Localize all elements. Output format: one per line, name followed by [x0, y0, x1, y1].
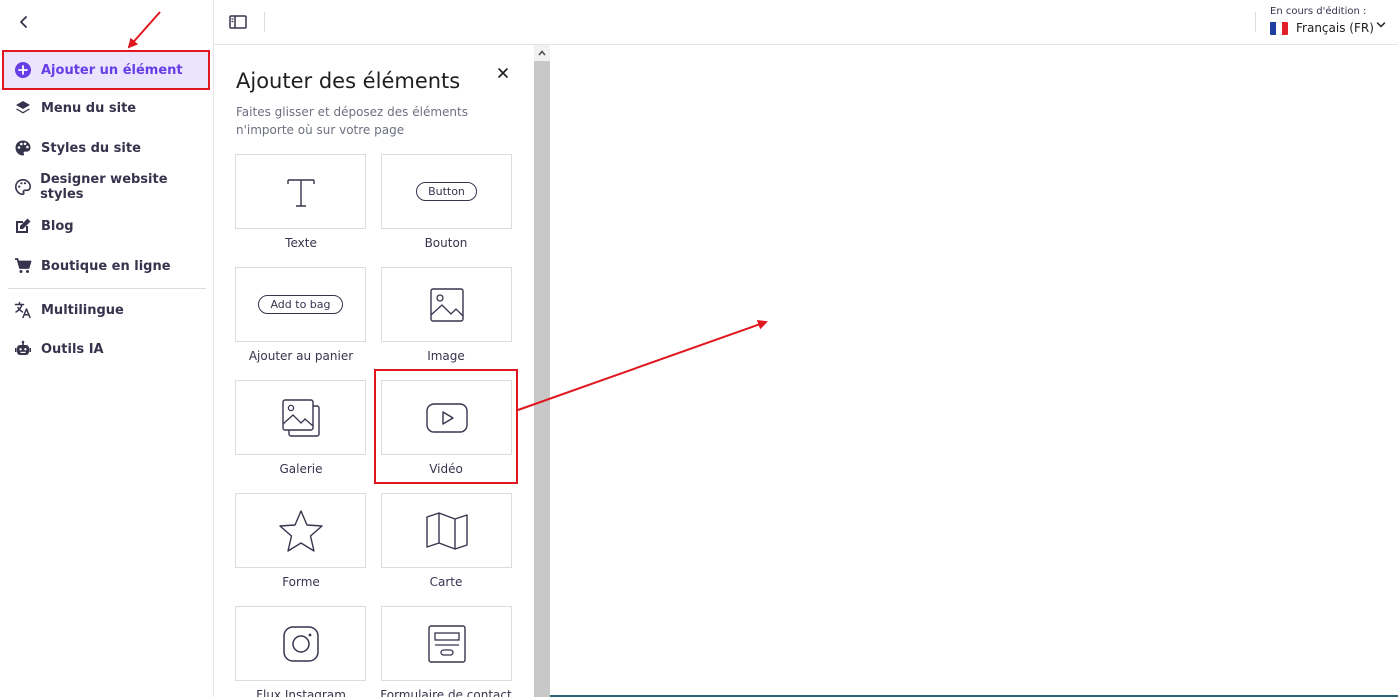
tile-label-image: Image — [427, 349, 465, 363]
sidebar-item-label: Designer website styles — [40, 172, 168, 202]
tile-label-add-to-cart: Ajouter au panier — [248, 349, 354, 363]
sidebar-item-label: Boutique en ligne — [41, 258, 171, 274]
tile-label-shape: Forme — [282, 575, 320, 589]
palette-outline-icon — [12, 176, 33, 198]
sidebar-item-label: Outils IA — [41, 341, 104, 357]
page-canvas[interactable] — [550, 45, 1398, 697]
element-tile-add-to-cart[interactable]: Add to bag — [235, 267, 366, 342]
image-icon — [429, 287, 464, 322]
panel-description: Faites glisser et déposez des éléments n… — [236, 105, 468, 137]
gallery-icon — [281, 398, 320, 437]
robot-icon — [12, 338, 34, 360]
close-panel-button[interactable] — [494, 65, 512, 83]
chevron-down-icon — [1376, 22, 1386, 28]
sidebar-item-designer-styles[interactable]: Designer website styles — [4, 169, 208, 205]
tile-label-contact-form: Formulaire de contact — [380, 688, 512, 697]
sidebar-layout-icon — [229, 15, 247, 29]
tile-label-video: Vidéo — [429, 462, 463, 476]
plus-circle-icon — [12, 59, 34, 81]
sidebar-item-blog[interactable]: Blog — [4, 208, 208, 244]
tile-label-instagram: Flux Instagram — [256, 688, 346, 697]
sidebar-item-label: Ajouter un élément — [41, 62, 183, 78]
tile-label-gallery: Galerie — [279, 462, 323, 476]
close-icon — [498, 68, 508, 78]
tile-label-text: Texte — [285, 236, 317, 250]
button-icon: Button — [416, 182, 477, 201]
sidebar-item-label: Styles du site — [41, 140, 141, 156]
chevron-left-icon — [20, 16, 27, 28]
form-icon — [427, 624, 466, 663]
instagram-icon — [282, 625, 319, 662]
map-icon — [425, 511, 468, 550]
element-tile-image[interactable] — [381, 267, 512, 342]
add-elements-panel: Ajouter des éléments Faites glisser et d… — [214, 45, 534, 697]
sidebar-item-site-styles[interactable]: Styles du site — [4, 130, 208, 166]
tile-label-map: Carte — [429, 575, 463, 589]
element-tile-instagram[interactable] — [235, 606, 366, 681]
sidebar-item-multilingual[interactable]: Multilingue — [4, 292, 208, 328]
cart-icon — [12, 255, 34, 277]
toolbar-divider — [1255, 12, 1256, 32]
translate-icon — [12, 299, 34, 321]
panel-title: Ajouter des éléments — [236, 69, 461, 93]
sidebar-item-site-menu[interactable]: Menu du site — [4, 90, 208, 126]
language-selector[interactable]: En cours d'édition : Français (FR) — [1270, 6, 1394, 40]
editing-caption: En cours d'édition : — [1270, 6, 1367, 17]
element-tile-map[interactable] — [381, 493, 512, 568]
palette-icon — [12, 137, 34, 159]
tile-label-button: Bouton — [424, 236, 468, 250]
video-icon — [425, 402, 468, 433]
element-tile-shape[interactable] — [235, 493, 366, 568]
scroll-up-button[interactable] — [534, 45, 550, 61]
chevron-up-icon — [538, 50, 546, 56]
sidebar-item-label: Multilingue — [41, 302, 124, 318]
layers-icon — [12, 97, 34, 119]
back-button[interactable] — [12, 10, 36, 34]
sidebar-item-ai-tools[interactable]: Outils IA — [4, 331, 208, 367]
sidebar-item-label: Menu du site — [41, 100, 137, 116]
sidebar-item-add-element[interactable]: Ajouter un élément — [2, 50, 210, 90]
star-icon — [278, 509, 323, 552]
element-tile-gallery[interactable] — [235, 380, 366, 455]
sidebar-divider — [8, 288, 206, 289]
top-bar: En cours d'édition : Français (FR) — [214, 0, 1398, 45]
add-to-bag-icon: Add to bag — [258, 295, 343, 314]
element-tile-contact-form[interactable] — [381, 606, 512, 681]
sidebar-item-online-store[interactable]: Boutique en ligne — [4, 248, 208, 284]
edit-note-icon — [12, 215, 34, 237]
left-sidebar: Ajouter un élément Menu du site Styles d… — [0, 0, 214, 697]
panel-scrollbar[interactable] — [534, 61, 550, 697]
sidebar-item-label: Blog — [41, 218, 74, 234]
layout-toggle-button[interactable] — [228, 12, 248, 32]
french-flag-icon — [1270, 21, 1288, 35]
toolbar-divider — [264, 12, 265, 32]
text-icon — [286, 178, 315, 207]
element-tile-text[interactable] — [235, 154, 366, 229]
element-tile-button[interactable]: Button — [381, 154, 512, 229]
element-tile-video[interactable] — [381, 380, 512, 455]
language-label: Français (FR) — [1296, 21, 1374, 35]
